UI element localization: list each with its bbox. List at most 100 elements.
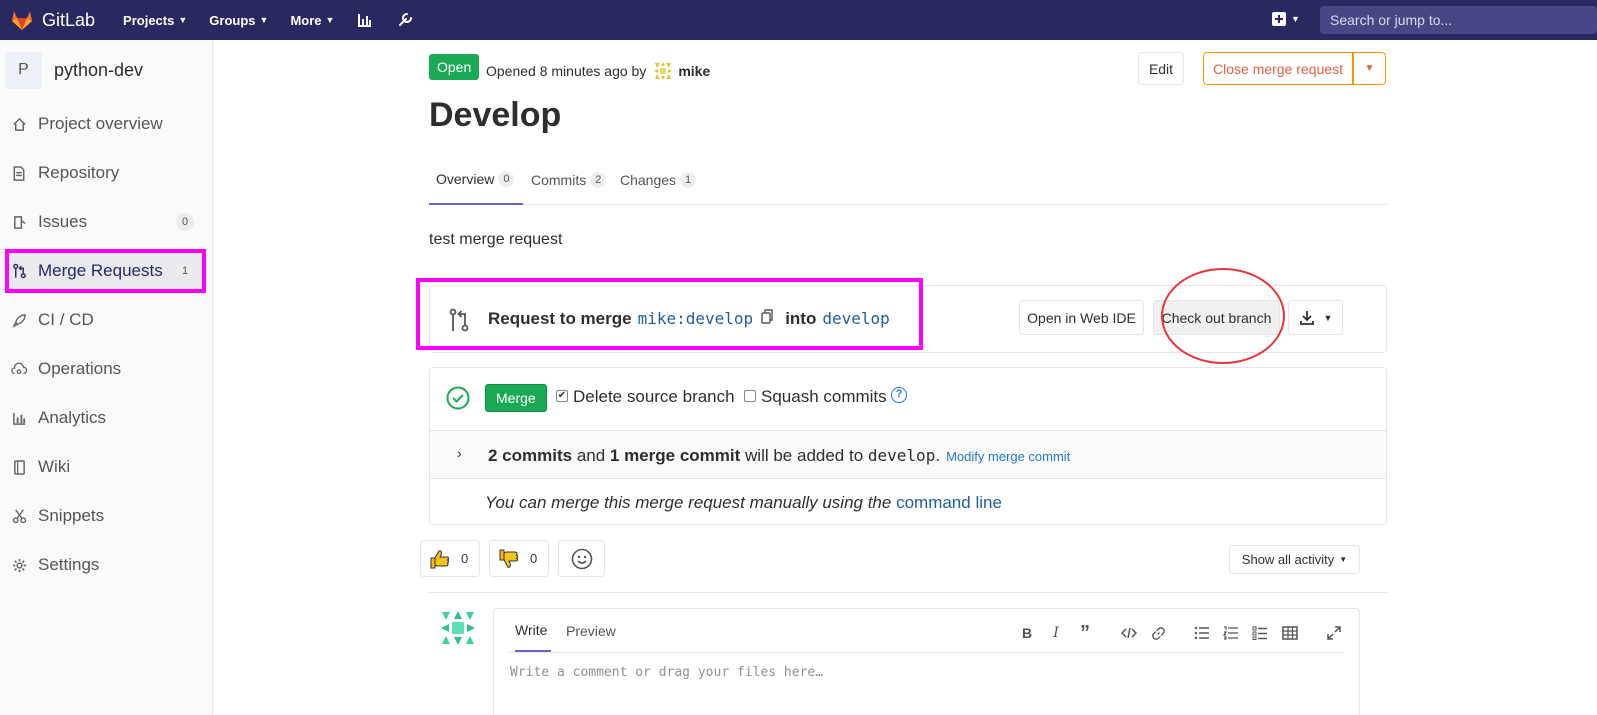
logo-text: GitLab bbox=[42, 9, 96, 30]
document-icon bbox=[11, 165, 27, 181]
tab-overview[interactable]: Overview 0 bbox=[429, 154, 523, 205]
sidebar-item-settings[interactable]: Settings bbox=[5, 543, 206, 587]
thumbs-down-award-button[interactable]: 0 bbox=[489, 540, 549, 577]
sidebar-item-operations[interactable]: Operations bbox=[5, 347, 206, 391]
merge-request-description: test merge request bbox=[429, 231, 563, 248]
nav-projects[interactable]: Projects ▼ bbox=[123, 13, 187, 28]
sidebar-item-label: Wiki bbox=[38, 457, 71, 476]
tab-write[interactable]: Write bbox=[515, 609, 551, 652]
close-dropdown-toggle[interactable]: ▼ bbox=[1353, 52, 1386, 85]
nav-groups[interactable]: Groups ▼ bbox=[209, 13, 268, 28]
sidebar-item-label: CI / CD bbox=[38, 310, 94, 329]
caret-down-icon: ▼ bbox=[1364, 63, 1375, 74]
tab-preview[interactable]: Preview bbox=[566, 609, 616, 652]
status-success-icon bbox=[446, 386, 470, 410]
sidebar-item-ci-cd[interactable]: CI / CD bbox=[5, 298, 206, 342]
nav-more[interactable]: More ▼ bbox=[290, 13, 334, 28]
chevron-down-icon: ▼ bbox=[178, 15, 188, 25]
download-dropdown-button[interactable]: ▼ bbox=[1288, 300, 1343, 335]
download-icon bbox=[1299, 310, 1314, 325]
admin-wrench-icon[interactable] bbox=[396, 11, 414, 29]
gear-icon bbox=[11, 557, 27, 573]
author-name[interactable]: mike bbox=[678, 63, 710, 79]
help-question-icon[interactable]: ? bbox=[891, 387, 907, 403]
commits-count: 2 commits bbox=[488, 446, 573, 465]
smiley-icon bbox=[571, 548, 593, 570]
cloud-gear-icon bbox=[11, 361, 27, 377]
sidebar-item-label: Snippets bbox=[38, 506, 105, 525]
search-input[interactable]: Search or jump to... bbox=[1320, 6, 1597, 34]
delete-source-branch-label[interactable]: Delete source branch bbox=[573, 387, 735, 407]
merge-commit-count: 1 merge commit bbox=[609, 446, 741, 465]
commits-summary-row[interactable]: › 2 commits and 1 merge commit will be a… bbox=[430, 430, 1386, 479]
sidebar-item-repository[interactable]: Repository bbox=[5, 151, 206, 195]
tab-changes[interactable]: Changes 1 bbox=[620, 154, 697, 205]
circle-annotation bbox=[1161, 268, 1285, 364]
table-icon[interactable] bbox=[1282, 625, 1298, 641]
sidebar-item-label: Analytics bbox=[38, 408, 107, 427]
delete-source-branch-checkbox[interactable]: ✔ bbox=[556, 390, 568, 402]
task-list-icon[interactable] bbox=[1252, 625, 1268, 641]
manual-merge-prefix: You can merge this merge request manuall… bbox=[485, 493, 897, 512]
nav-groups-label: Groups bbox=[209, 12, 256, 28]
merge-requests-count-badge: 1 bbox=[176, 262, 194, 280]
rocket-icon bbox=[11, 312, 27, 328]
chevron-down-icon: ▼ bbox=[325, 15, 335, 25]
thumbs-up-award-button[interactable]: 0 bbox=[420, 540, 480, 577]
edit-button[interactable]: Edit bbox=[1138, 52, 1184, 85]
chevron-right-icon[interactable]: › bbox=[457, 445, 462, 461]
merge-request-tabs: Overview 0 Commits 2 Changes 1 bbox=[429, 154, 1387, 205]
merge-button[interactable]: Merge bbox=[485, 384, 547, 412]
nav-more-label: More bbox=[290, 12, 322, 28]
comment-textarea[interactable]: Write a comment or drag your files here… bbox=[510, 665, 823, 680]
sidebar-item-merge-requests[interactable]: Merge Requests 1 bbox=[5, 249, 206, 293]
activity-chart-icon[interactable] bbox=[356, 11, 374, 29]
plus-square-icon bbox=[1272, 12, 1286, 26]
open-in-web-ide-button[interactable]: Open in Web IDE bbox=[1019, 300, 1144, 335]
tab-label: Overview bbox=[436, 170, 495, 187]
tab-commits[interactable]: Commits 2 bbox=[531, 154, 607, 205]
sidebar-item-snippets[interactable]: Snippets bbox=[5, 494, 206, 538]
numbered-list-icon[interactable] bbox=[1223, 625, 1239, 641]
squash-commits-label[interactable]: Squash commits bbox=[761, 387, 887, 407]
period-text: . bbox=[935, 446, 941, 465]
author-avatar[interactable] bbox=[652, 60, 675, 82]
new-item-dropdown[interactable]: ▼ bbox=[1272, 12, 1300, 26]
sidebar-item-project-overview[interactable]: Project overview bbox=[5, 102, 206, 146]
top-navbar: GitLab Projects ▼ Groups ▼ More ▼ ▼ Search … bbox=[0, 0, 1597, 40]
divider bbox=[429, 592, 1387, 593]
tab-label: Commits bbox=[531, 171, 587, 188]
sidebar-item-label: Merge Requests bbox=[38, 261, 163, 280]
bold-icon[interactable]: B bbox=[1019, 625, 1035, 641]
gitlab-logo[interactable]: GitLab bbox=[10, 8, 95, 32]
project-avatar: P bbox=[5, 51, 42, 89]
fullscreen-icon[interactable] bbox=[1326, 625, 1342, 641]
tab-count: 1 bbox=[680, 171, 697, 188]
modify-merge-commit-link[interactable]: Modify merge commit bbox=[946, 449, 1070, 464]
add-reaction-button[interactable] bbox=[558, 540, 605, 577]
code-icon[interactable] bbox=[1121, 625, 1137, 641]
sidebar-item-issues[interactable]: Issues 0 bbox=[5, 200, 206, 244]
quote-icon[interactable]: ” bbox=[1077, 622, 1093, 644]
show-all-activity-dropdown[interactable]: Show all activity ▼ bbox=[1229, 545, 1360, 574]
editor-tabs-divider bbox=[509, 652, 1345, 653]
sidebar-item-wiki[interactable]: Wiki bbox=[5, 445, 206, 489]
italic-icon[interactable]: I bbox=[1048, 625, 1064, 641]
chevron-down-icon: ▼ bbox=[1291, 14, 1300, 24]
status-badge: Open bbox=[429, 54, 480, 80]
page-title: Develop bbox=[429, 96, 562, 134]
command-line-link[interactable]: command line bbox=[896, 493, 1002, 512]
squash-commits-checkbox[interactable] bbox=[744, 390, 756, 402]
thumbs-up-count: 0 bbox=[461, 551, 469, 566]
sidebar-item-analytics[interactable]: Analytics bbox=[5, 396, 206, 440]
link-icon[interactable] bbox=[1150, 625, 1166, 641]
activity-filter-label: Show all activity bbox=[1241, 552, 1335, 567]
sidebar-item-label: Project overview bbox=[38, 114, 163, 133]
bullet-list-icon[interactable] bbox=[1194, 625, 1210, 641]
close-merge-request-button[interactable]: Close merge request bbox=[1203, 52, 1353, 85]
current-user-avatar[interactable] bbox=[438, 608, 478, 648]
project-header[interactable]: P python-dev bbox=[0, 40, 212, 100]
commits-summary-text: 2 commits and 1 merge commit will be add… bbox=[488, 446, 1070, 466]
caret-down-icon: ▼ bbox=[1339, 555, 1348, 564]
gitlab-fox-icon bbox=[12, 11, 32, 30]
